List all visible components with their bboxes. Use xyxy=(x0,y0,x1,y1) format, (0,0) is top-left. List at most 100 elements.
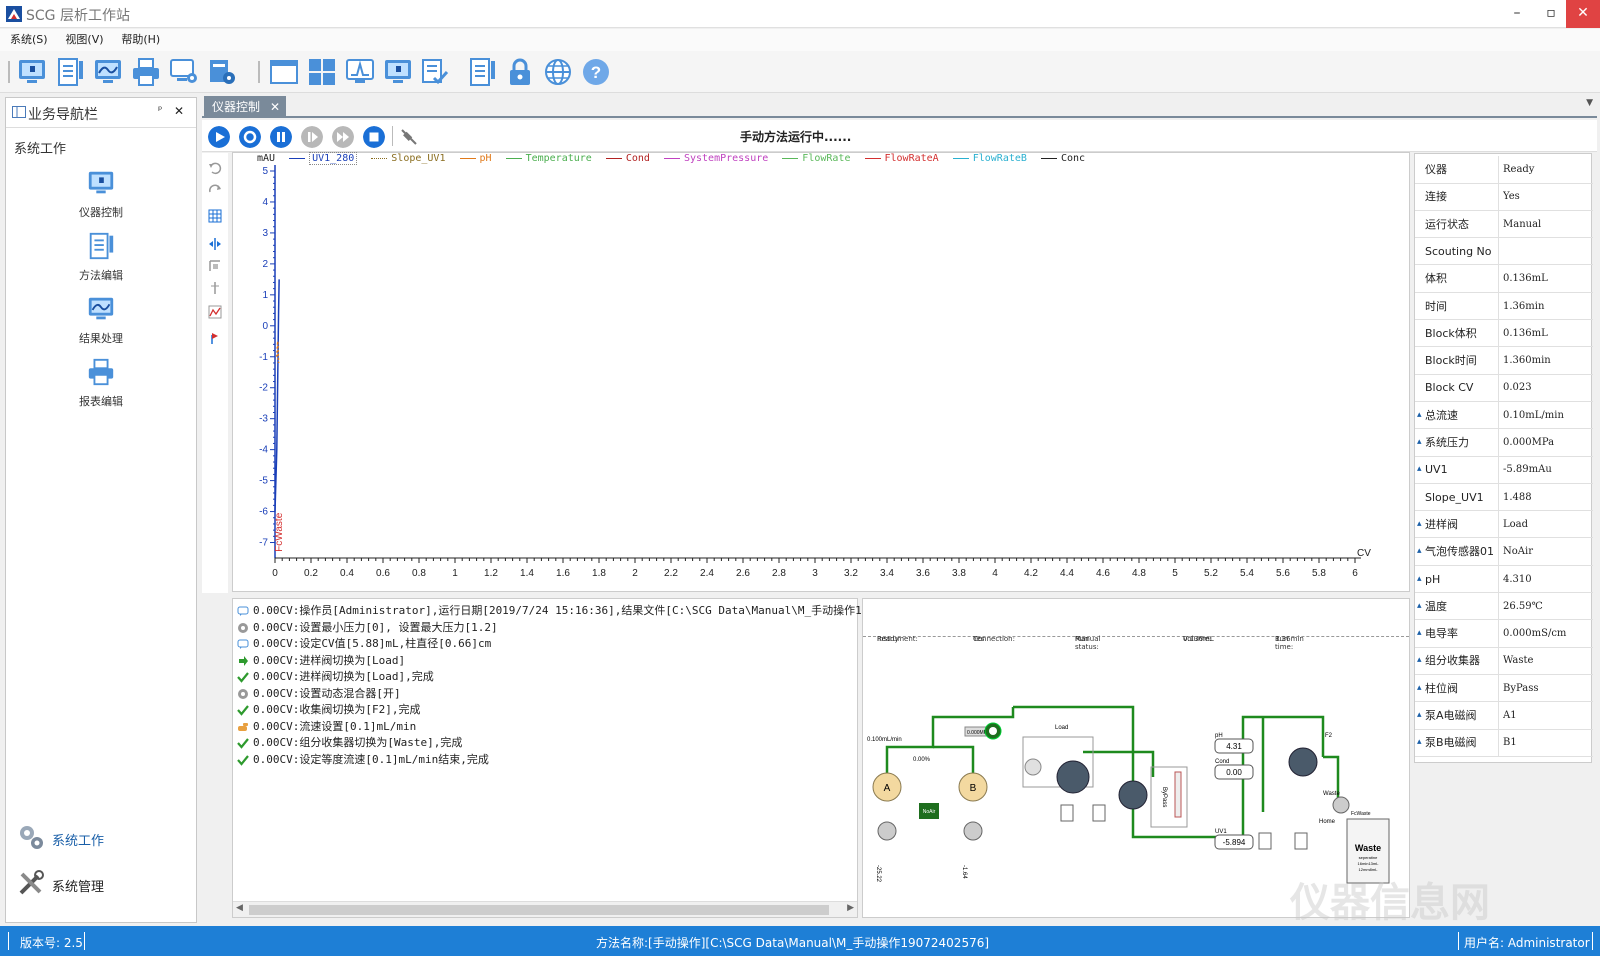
nav-system-management[interactable]: 系统管理 xyxy=(14,866,190,902)
close-panel-icon[interactable]: ✕ xyxy=(174,104,184,118)
scrollbar-thumb[interactable] xyxy=(249,905,829,915)
legend-series-conc[interactable]: Conc xyxy=(1040,153,1085,164)
property-row[interactable]: 体积 0.136mL xyxy=(1415,265,1593,293)
window-icon[interactable] xyxy=(268,56,300,88)
tab-close-icon[interactable]: ✕ xyxy=(270,96,280,118)
property-row[interactable]: 系统压力 0.000MPa xyxy=(1415,429,1593,457)
property-row[interactable]: Scouting No xyxy=(1415,237,1593,266)
lock-icon[interactable] xyxy=(504,56,536,88)
legend-series-ph[interactable]: pH xyxy=(459,153,492,164)
property-row[interactable]: 温度 26.59℃ xyxy=(1415,592,1593,621)
property-row[interactable]: 组分收集器 Waste xyxy=(1415,647,1593,675)
redo-icon[interactable] xyxy=(208,183,222,197)
property-row[interactable]: Slope_UV1 1.488 xyxy=(1415,483,1593,512)
property-row[interactable]: 泵B电磁阀 B1 xyxy=(1415,729,1593,757)
menu-system[interactable]: 系统(S) xyxy=(10,29,48,51)
remote-control-icon[interactable] xyxy=(382,56,414,88)
legend-series-temperature[interactable]: Temperature xyxy=(505,153,592,164)
menu-view[interactable]: 视图(V) xyxy=(65,29,103,51)
x-tick-label: 4 xyxy=(992,568,998,579)
property-row[interactable]: 进样阀 Load xyxy=(1415,510,1593,539)
integrate-icon[interactable] xyxy=(208,305,222,319)
tile-layout-icon[interactable] xyxy=(306,56,338,88)
help-icon[interactable]: ? xyxy=(580,56,612,88)
close-button[interactable]: ✕ xyxy=(1566,0,1600,28)
maximize-button[interactable]: ▫ xyxy=(1534,0,1568,28)
property-row[interactable]: 运行状态 Manual xyxy=(1415,210,1593,239)
scroll-left-icon[interactable]: ◀ xyxy=(236,903,243,913)
x-tick-label: 5.6 xyxy=(1276,568,1290,579)
grid-icon[interactable] xyxy=(208,209,222,223)
property-row[interactable]: Block体积 0.136mL xyxy=(1415,319,1593,348)
nav-item-label: 结果处理 xyxy=(79,332,123,345)
pause-icon[interactable] xyxy=(270,126,292,148)
scroll-right-icon[interactable]: ▶ xyxy=(847,903,854,913)
legend-series-flowrateb[interactable]: FlowRateB xyxy=(952,153,1027,164)
property-row[interactable]: 气泡传感器01 NoAir xyxy=(1415,538,1593,566)
nav-section-title: 系统工作 xyxy=(14,142,67,157)
peak-analysis-icon[interactable] xyxy=(344,56,376,88)
x-tick-label: 2.4 xyxy=(700,568,714,579)
zoom-y-icon[interactable] xyxy=(208,259,222,273)
property-row[interactable]: 时间 1.36min xyxy=(1415,292,1593,320)
property-key: 连接 xyxy=(1417,183,1499,211)
property-row[interactable]: 仪器 Ready xyxy=(1415,156,1593,184)
property-row[interactable]: 总流速 0.10mL/min xyxy=(1415,401,1593,430)
legend-series-flowrate[interactable]: FlowRate xyxy=(782,153,850,164)
cursor-icon[interactable] xyxy=(208,281,222,295)
legend-series-uv1[interactable]: UV1_280 xyxy=(289,152,358,165)
property-row[interactable]: Block CV 0.023 xyxy=(1415,374,1593,402)
property-row[interactable]: Block时间 1.360min xyxy=(1415,347,1593,375)
minimize-button[interactable]: – xyxy=(1500,0,1534,28)
property-row[interactable]: 电导率 0.000mS/cm xyxy=(1415,620,1593,648)
nav-item-instrument-control[interactable]: 仪器控制 xyxy=(56,168,146,220)
print-icon[interactable] xyxy=(130,56,162,88)
result-process-icon[interactable] xyxy=(92,56,124,88)
property-row[interactable]: 连接 Yes xyxy=(1415,183,1593,211)
record-icon[interactable] xyxy=(239,126,261,148)
disconnect-icon[interactable] xyxy=(398,126,420,148)
legend-series-slope[interactable]: Slope_UV1 xyxy=(371,153,445,164)
method-edit-icon[interactable] xyxy=(54,56,86,88)
stop-icon[interactable] xyxy=(363,126,385,148)
property-row[interactable]: 泵A电磁阀 A1 xyxy=(1415,702,1593,730)
property-key: 组分收集器 xyxy=(1417,647,1499,675)
undo-icon[interactable] xyxy=(208,161,222,175)
marker-icon[interactable] xyxy=(208,331,222,345)
bottle-4-icon xyxy=(1294,832,1308,850)
checklist-icon[interactable] xyxy=(420,56,452,88)
property-key: Scouting No xyxy=(1417,237,1499,265)
nav-item-result-process[interactable]: 结果处理 xyxy=(56,294,146,346)
nav-item-report-edit[interactable]: 报表编辑 xyxy=(56,357,146,409)
horizontal-scrollbar[interactable]: ◀ ▶ xyxy=(233,901,857,917)
legend-series-flowratea[interactable]: FlowRateA xyxy=(864,153,939,164)
legend-series-pressure[interactable]: SystemPressure xyxy=(663,153,768,164)
globe-icon[interactable] xyxy=(542,56,574,88)
property-row[interactable]: UV1 -5.89mAu xyxy=(1415,456,1593,484)
bottle-1-icon xyxy=(1060,804,1074,822)
report-icon[interactable] xyxy=(466,56,498,88)
y-tick-label: 3 xyxy=(262,228,268,239)
ph-label: pH xyxy=(1215,733,1223,739)
nav-item-method-edit[interactable]: 方法编辑 xyxy=(56,231,146,283)
tab-dropdown-icon[interactable]: ▼ xyxy=(1586,98,1593,108)
property-row[interactable]: pH 4.310 xyxy=(1415,565,1593,593)
instrument-control-icon[interactable] xyxy=(16,56,48,88)
continue-icon[interactable] xyxy=(332,126,354,148)
log-entry: 0.00CV:进样阀切换为[Load],完成 xyxy=(233,669,857,686)
nav-item-label: 仪器控制 xyxy=(79,206,123,219)
nav-system-work[interactable]: 系统工作 xyxy=(14,820,190,856)
legend-series-cond[interactable]: Cond xyxy=(605,153,650,164)
menu-help[interactable]: 帮助(H) xyxy=(121,29,160,51)
x-tick-label: 5 xyxy=(1172,568,1178,579)
pin-icon[interactable]: ᵖ xyxy=(158,105,162,116)
play-icon[interactable] xyxy=(208,126,230,148)
chromatogram-chart[interactable]: mAU UV1_280 Slope_UV1 pH Temperature Con… xyxy=(232,152,1410,592)
bypass-box xyxy=(1150,766,1188,828)
hold-icon[interactable] xyxy=(301,126,323,148)
property-row[interactable]: 柱位阀 ByPass xyxy=(1415,674,1593,703)
zoom-x-icon[interactable] xyxy=(208,237,222,251)
monitor-settings-icon[interactable] xyxy=(168,56,200,88)
file-settings-icon[interactable] xyxy=(206,56,238,88)
tab-instrument-control[interactable]: 仪器控制 ✕ xyxy=(204,96,286,118)
